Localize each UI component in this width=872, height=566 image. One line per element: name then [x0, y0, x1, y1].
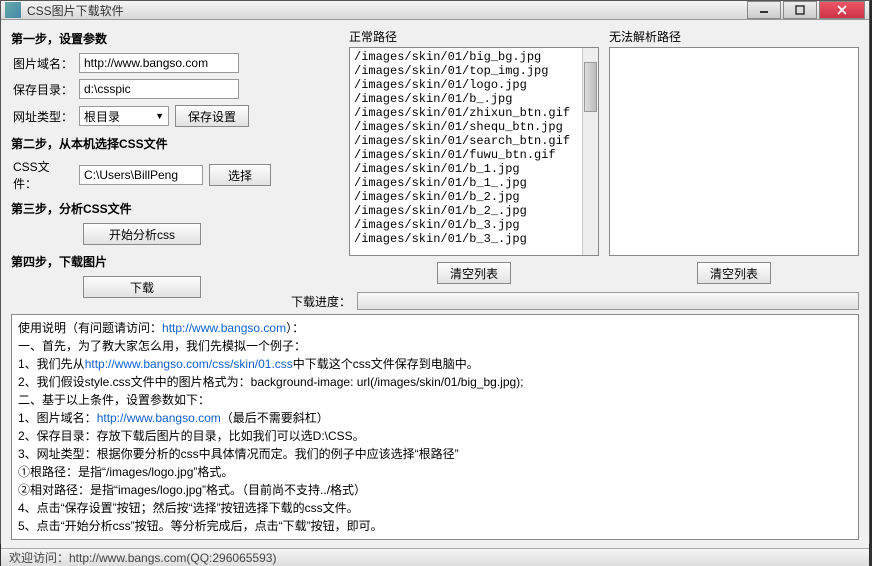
step3-title: 第三步，分析CSS文件 — [11, 200, 337, 217]
maximize-button[interactable] — [783, 1, 817, 19]
help-link-1[interactable]: http://www.bangso.com — [162, 321, 286, 335]
list-item[interactable]: /images/skin/01/b_1.jpg — [354, 162, 578, 176]
ok-list-title: 正常路径 — [349, 28, 599, 45]
list-item[interactable]: /images/skin/01/b_2_.jpg — [354, 204, 578, 218]
step4-title: 第四步，下载图片 — [11, 253, 337, 270]
list-item[interactable]: /images/skin/01/big_bg.jpg — [354, 50, 578, 64]
scroll-thumb[interactable] — [584, 62, 597, 112]
scrollbar[interactable] — [582, 48, 598, 255]
clear-bad-button[interactable]: 清空列表 — [697, 262, 771, 284]
step1-title: 第一步，设置参数 — [11, 30, 337, 47]
save-settings-button[interactable]: 保存设置 — [175, 105, 249, 127]
type-label: 网址类型： — [13, 108, 73, 125]
app-icon — [5, 2, 21, 18]
list-item[interactable]: /images/skin/01/fuwu_btn.gif — [354, 148, 578, 162]
select-file-button[interactable]: 选择 — [209, 164, 271, 186]
list-item[interactable]: /images/skin/01/b_3_.jpg — [354, 232, 578, 246]
close-button[interactable] — [819, 1, 865, 19]
ok-listbox[interactable]: /images/skin/01/big_bg.jpg/images/skin/0… — [349, 47, 599, 256]
analyze-button[interactable]: 开始分析css — [83, 223, 201, 245]
list-item[interactable]: /images/skin/01/shequ_btn.jpg — [354, 120, 578, 134]
list-item[interactable]: /images/skin/01/b_2.jpg — [354, 190, 578, 204]
window-title: CSS图片下载软件 — [27, 2, 747, 19]
list-item[interactable]: /images/skin/01/logo.jpg — [354, 78, 578, 92]
content-area: 第一步，设置参数 图片域名： 保存目录： 网址类型： 根目录 ▼ 保存设置 — [1, 20, 869, 548]
help-text: 使用说明（有问题请访问：http://www.bangso.com）： 一、首先… — [11, 314, 859, 540]
minimize-button[interactable] — [747, 1, 781, 19]
type-select[interactable]: 根目录 ▼ — [79, 106, 169, 126]
cssfile-label: CSS文件： — [13, 158, 73, 192]
chevron-down-icon: ▼ — [155, 111, 164, 121]
status-text: 欢迎访问：http://www.bangs.com(QQ:296065593) — [9, 549, 276, 566]
list-item[interactable]: /images/skin/01/b_1_.jpg — [354, 176, 578, 190]
domain-input[interactable] — [79, 53, 239, 73]
list-item[interactable]: /images/skin/01/zhixun_btn.gif — [354, 106, 578, 120]
help-link-2[interactable]: http://www.bangso.com/css/skin/01.css — [85, 357, 293, 371]
bad-list-title: 无法解析路径 — [609, 28, 859, 45]
titlebar[interactable]: CSS图片下载软件 — [1, 1, 869, 20]
settings-panel: 第一步，设置参数 图片域名： 保存目录： 网址类型： 根目录 ▼ 保存设置 — [11, 28, 337, 284]
dir-input[interactable] — [79, 79, 239, 99]
step2-title: 第二步，从本机选择CSS文件 — [11, 135, 337, 152]
help-link-3[interactable]: http://www.bangso.com — [97, 411, 221, 425]
bad-listbox[interactable] — [609, 47, 859, 256]
list-item[interactable]: /images/skin/01/search_btn.gif — [354, 134, 578, 148]
progress-label: 下载进度： — [291, 293, 351, 310]
statusbar: 欢迎访问：http://www.bangs.com(QQ:296065593) — [1, 548, 869, 566]
list-item[interactable]: /images/skin/01/b_.jpg — [354, 92, 578, 106]
dir-label: 保存目录： — [13, 81, 73, 98]
clear-ok-button[interactable]: 清空列表 — [437, 262, 511, 284]
type-value: 根目录 — [84, 108, 120, 125]
cssfile-input[interactable] — [79, 165, 203, 185]
app-window: CSS图片下载软件 第一步，设置参数 图片域名： 保存目录： 网址类型： — [0, 0, 870, 544]
domain-label: 图片域名： — [13, 55, 73, 72]
list-item[interactable]: /images/skin/01/top_img.jpg — [354, 64, 578, 78]
list-item[interactable]: /images/skin/01/b_3.jpg — [354, 218, 578, 232]
progress-bar — [357, 292, 859, 310]
